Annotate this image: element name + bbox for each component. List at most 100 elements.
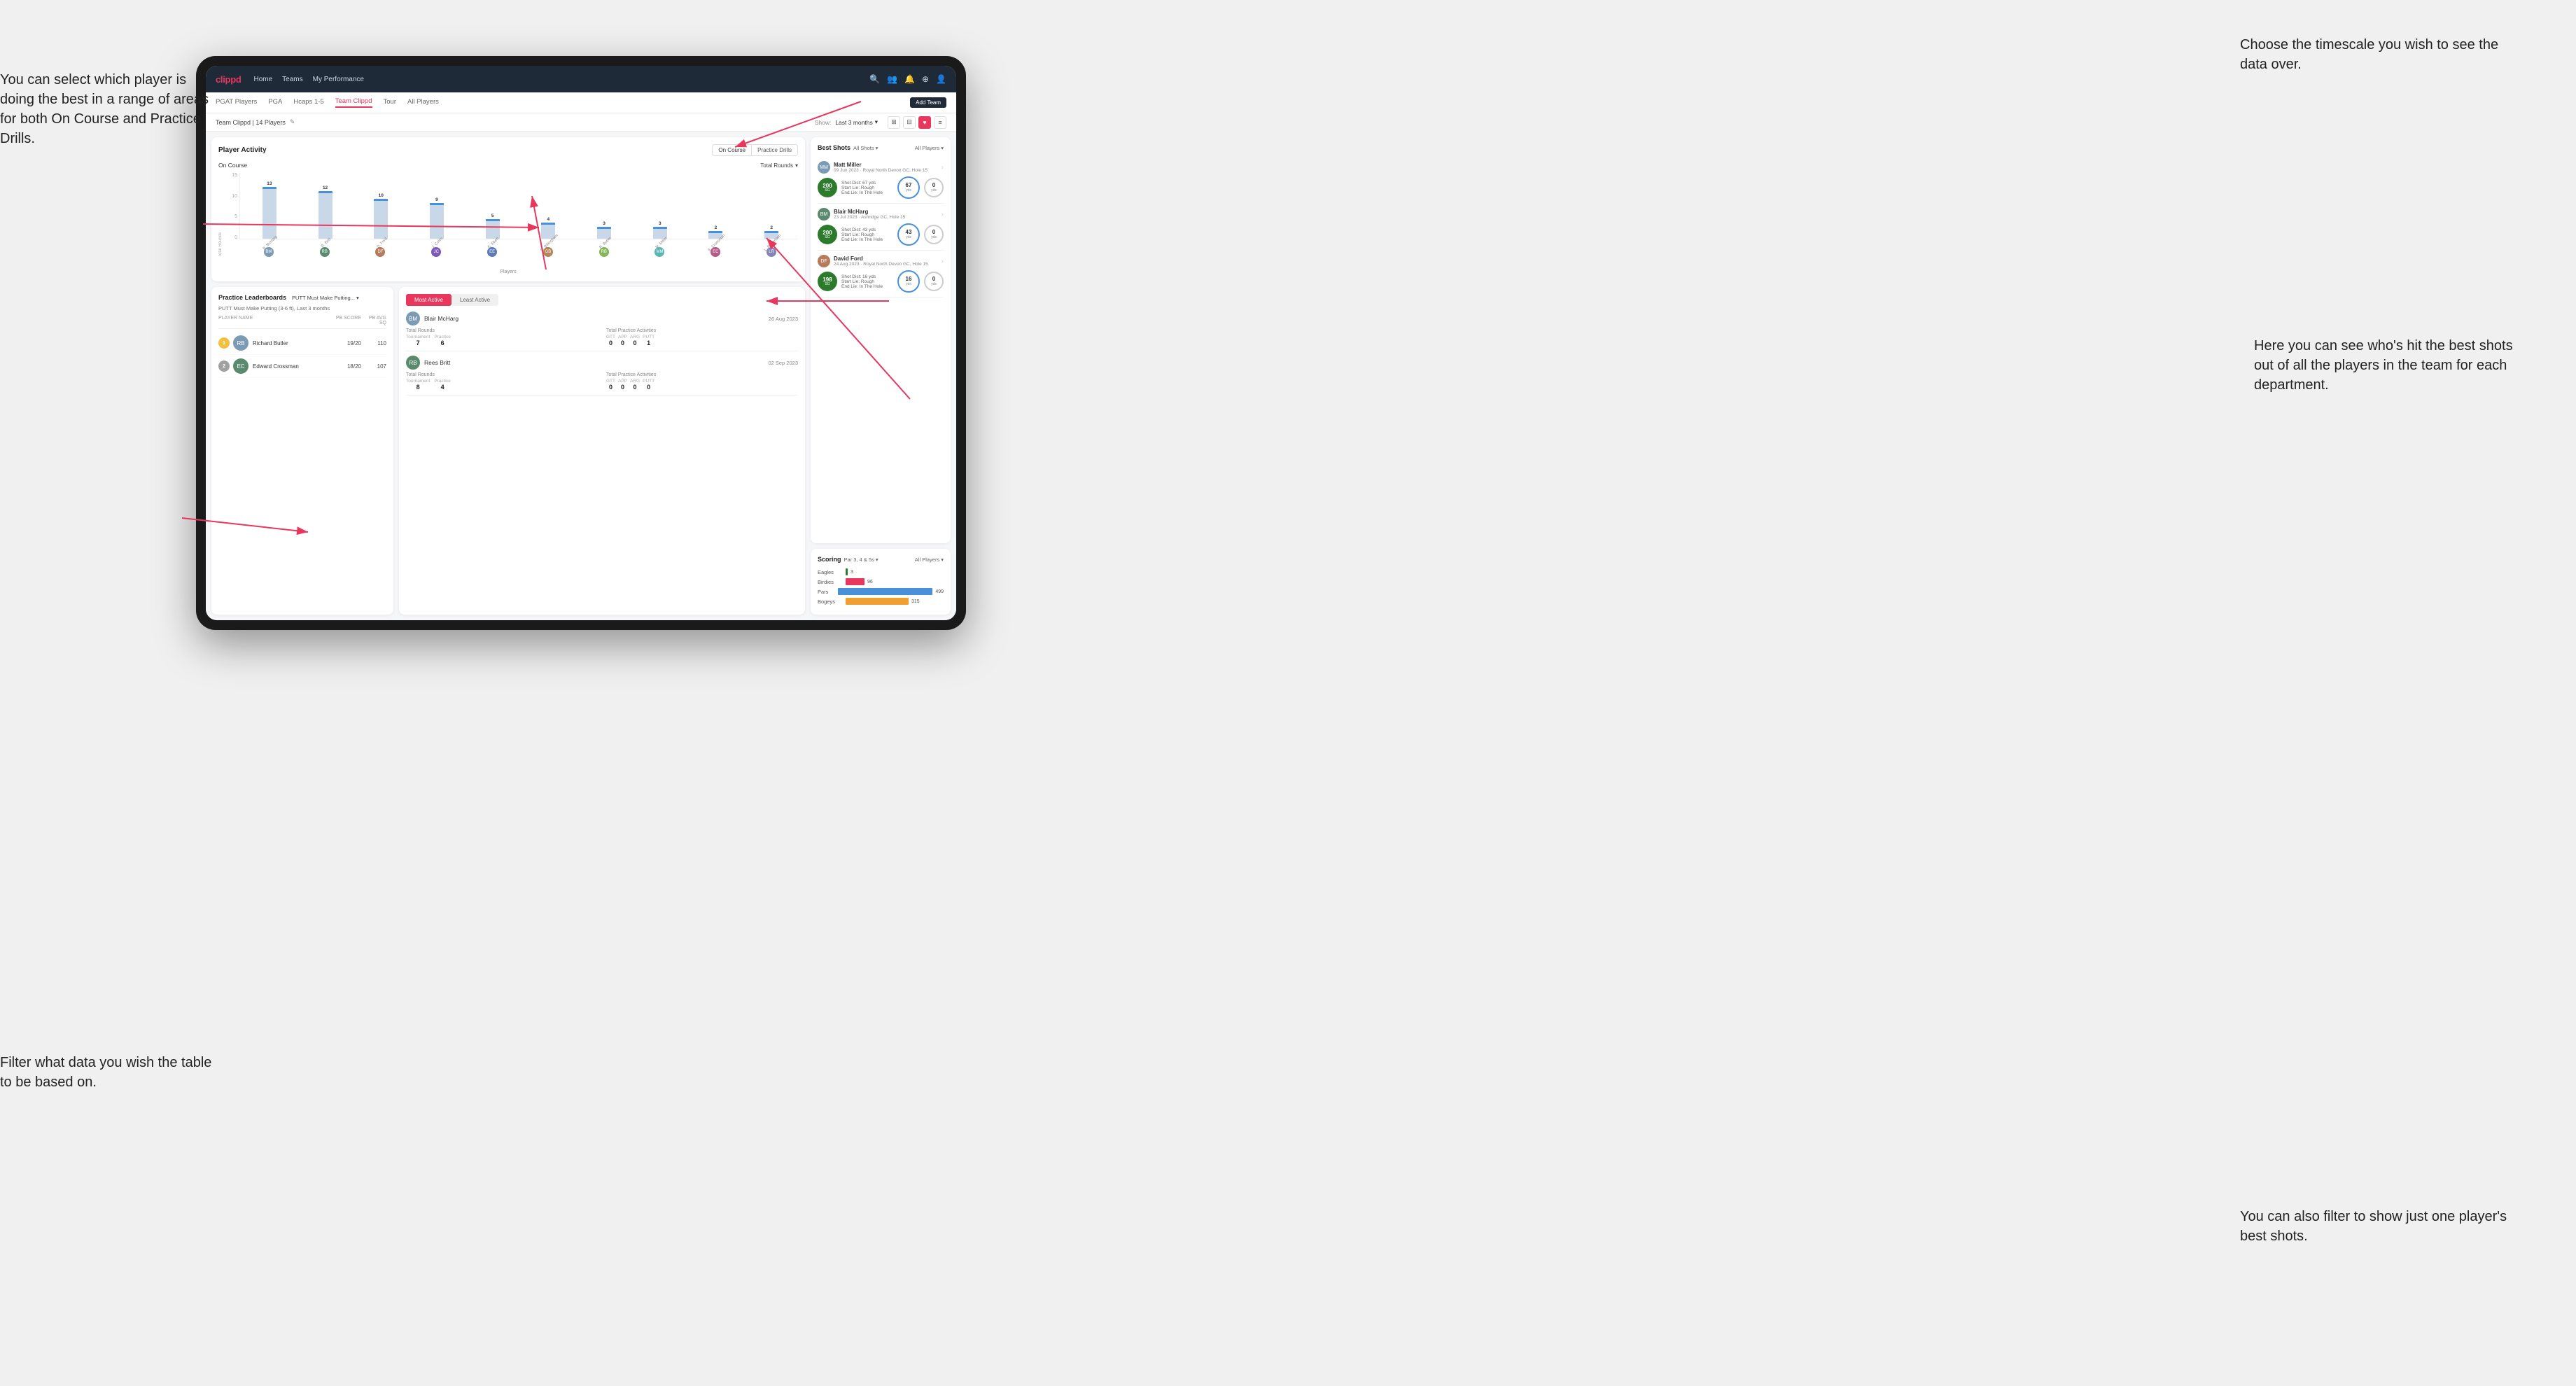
- scoring-header: Scoring Par 3, 4 & 5s ▾ All Players ▾: [818, 556, 944, 563]
- bar[interactable]: [318, 191, 332, 239]
- y-label-5: 5: [234, 214, 237, 219]
- scoring-bar: [838, 588, 932, 595]
- scoring-bar-row: Pars499: [818, 588, 944, 595]
- shot-entry: MMMatt Miller 09 Jun 2023 · Royal North …: [818, 157, 944, 204]
- total-rounds-select[interactable]: Total Rounds ▾: [760, 162, 798, 169]
- list-view-button[interactable]: ≡: [934, 116, 946, 129]
- practice-drills-toggle[interactable]: Practice Drills: [752, 145, 797, 155]
- active-player-entry: RBRees Britt02 Sep 2023Total Rounds Tour…: [406, 356, 798, 396]
- active-date: 02 Sep 2023: [768, 360, 798, 366]
- team-title: Team Clippd | 14 Players: [216, 119, 286, 126]
- chevron-down-icon: ▾: [875, 118, 878, 126]
- plus-icon[interactable]: ⊕: [922, 74, 929, 84]
- chevron-down-icon: ▾: [876, 556, 878, 563]
- avatar-small: BM: [242, 247, 295, 257]
- right-column: Best Shots All Shots ▾ All Players ▾ MMM…: [811, 137, 951, 615]
- shot-end-badge: 0yds: [924, 272, 944, 291]
- practice-players-list: 1RBRichard Butler19/201102ECEdward Cross…: [218, 332, 386, 378]
- active-player-header: RBRees Britt02 Sep 2023: [406, 356, 798, 370]
- chevron-right-icon[interactable]: ›: [941, 258, 944, 265]
- edit-icon[interactable]: ✎: [290, 118, 295, 126]
- y-label-10: 10: [232, 194, 237, 199]
- chevron-right-icon[interactable]: ›: [941, 211, 944, 218]
- tab-team-clippd[interactable]: Team Clippd: [335, 97, 372, 108]
- add-team-button[interactable]: Add Team: [910, 97, 946, 108]
- annotation-filter: Filter what data you wish the table to b…: [0, 1053, 224, 1092]
- time-filter-select[interactable]: Last 3 months ▾: [835, 118, 878, 126]
- practice-filter-select[interactable]: PUTT Must Make Putting... ▾: [292, 295, 359, 301]
- y-axis-title: Total Rounds: [218, 173, 223, 257]
- avatar: BM: [406, 312, 420, 326]
- shot-details-row: 200SGShot Dist: 67 ydsStart Lie: RoughEn…: [818, 176, 944, 199]
- show-text: Show:: [815, 119, 832, 126]
- scoring-bar-value: 315: [911, 599, 920, 604]
- best-shots-filter[interactable]: All Shots ▾: [853, 145, 878, 151]
- practice-subtitle: PUTT Must Make Putting (3-6 ft), Last 3 …: [218, 305, 386, 312]
- shot-entry: DF David Ford 24 Aug 2023 · Royal North D…: [818, 251, 944, 298]
- bar-value-label: 2: [715, 225, 718, 230]
- table-header: PLAYER NAME PB SCORE PB AVG SQ: [218, 316, 386, 329]
- shot-player-info: David Ford 24 Aug 2023 · Royal North Dev…: [834, 255, 941, 267]
- scoring-row-label: Birdies: [818, 579, 846, 585]
- heart-view-button[interactable]: ♥: [918, 116, 931, 129]
- col-pb-avg: PB AVG SQ: [361, 316, 386, 326]
- chevron-right-icon[interactable]: ›: [941, 164, 944, 172]
- nav-performance[interactable]: My Performance: [313, 76, 364, 83]
- player-row: 1RBRichard Butler19/20110: [218, 332, 386, 355]
- avatar-small: EE: [465, 247, 519, 257]
- best-shots-card: Best Shots All Shots ▾ All Players ▾ MMM…: [811, 137, 951, 543]
- scoring-bar-wrap: 499: [838, 588, 944, 595]
- best-shots-header: Best Shots All Shots ▾ All Players ▾: [818, 144, 944, 151]
- scoring-player-filter[interactable]: All Players ▾: [915, 556, 944, 563]
- scoring-bar-wrap: 315: [846, 598, 944, 605]
- shot-player-info: Blair McHarg 23 Jul 2023 · Ashridge GC, …: [834, 209, 941, 220]
- least-active-button[interactable]: Least Active: [451, 294, 498, 306]
- search-icon[interactable]: 🔍: [869, 74, 880, 84]
- top-nav: clippd Home Teams My Performance 🔍 👥 🔔 ⊕…: [206, 66, 956, 92]
- scoring-bars: Eagles3Birdies96Pars499Bogeys315: [818, 568, 944, 605]
- shot-details-row: 200SGShot Dist: 43 ydsStart Lie: RoughEn…: [818, 223, 944, 246]
- player-score: 19/20: [332, 340, 361, 346]
- annotation-timescale: Choose the timescale you wish to see the…: [2240, 35, 2506, 74]
- bar-value-label: 10: [379, 193, 384, 198]
- avatar-small: DF: [354, 247, 407, 257]
- avatar-small: MM: [634, 247, 687, 257]
- grid-view-button[interactable]: ⊞: [888, 116, 900, 129]
- users-icon[interactable]: 👥: [887, 74, 897, 84]
- shot-player-avatar: DF: [818, 255, 830, 267]
- tab-tour[interactable]: Tour: [384, 98, 396, 107]
- shot-info: Shot Dist: 67 ydsStart Lie: RoughEnd Lie…: [841, 181, 893, 195]
- shot-end-badge: 0yds: [924, 225, 944, 244]
- nav-home[interactable]: Home: [253, 76, 272, 83]
- bell-icon[interactable]: 🔔: [904, 74, 915, 84]
- bar[interactable]: [374, 199, 388, 239]
- tab-pga[interactable]: PGA: [268, 98, 282, 107]
- shots-list: MMMatt Miller 09 Jun 2023 · Royal North …: [818, 157, 944, 298]
- chevron-down-icon: ▾: [795, 162, 798, 169]
- nav-teams[interactable]: Teams: [282, 76, 302, 83]
- sub-nav: PGAT Players PGA Hcaps 1-5 Team Clippd T…: [206, 92, 956, 113]
- avatar-small: JC: [410, 247, 463, 257]
- player-avg: 107: [361, 363, 386, 370]
- player-activity-card: Player Activity On Course Practice Drill…: [211, 137, 805, 281]
- scoring-bar-row: Birdies96: [818, 578, 944, 585]
- active-date: 26 Aug 2023: [769, 316, 798, 322]
- best-shots-player-filter[interactable]: All Players ▾: [915, 145, 944, 151]
- card-view-button[interactable]: ⊟: [903, 116, 916, 129]
- scoring-bar-wrap: 96: [846, 578, 944, 585]
- shot-end-badge: 0yds: [924, 178, 944, 197]
- on-course-toggle[interactable]: On Course: [713, 145, 752, 155]
- player-avatar: EC: [233, 358, 248, 374]
- tab-all-players[interactable]: All Players: [407, 98, 439, 107]
- tab-hcaps[interactable]: Hcaps 1-5: [293, 98, 323, 107]
- scoring-bar-row: Eagles3: [818, 568, 944, 575]
- most-active-button[interactable]: Most Active: [406, 294, 451, 306]
- user-icon[interactable]: 👤: [936, 74, 946, 84]
- scoring-filter[interactable]: Par 3, 4 & 5s ▾: [844, 556, 878, 563]
- shot-player-avatar: BM: [818, 208, 830, 220]
- on-course-label: On Course: [218, 162, 247, 169]
- bar-value-label: 2: [770, 225, 773, 230]
- bar[interactable]: [262, 187, 276, 239]
- bar[interactable]: [430, 203, 444, 239]
- shot-dist-badge: 43yds: [897, 223, 920, 246]
